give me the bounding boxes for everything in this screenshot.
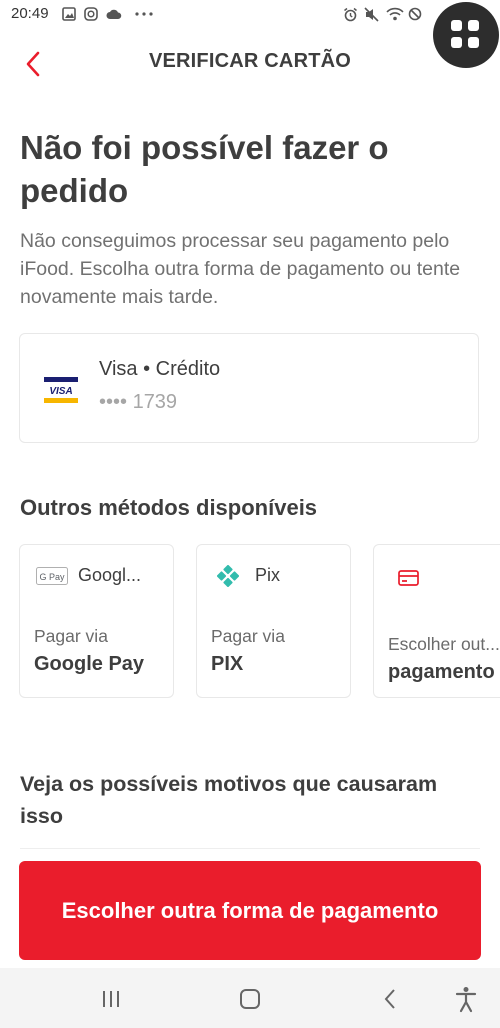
method-action-label: Escolher out... [388,634,500,654]
mute-icon [364,7,379,22]
pix-icon [217,565,239,587]
back-nav-icon[interactable] [376,984,406,1014]
google-pay-icon-text: G Pay [39,572,65,582]
instagram-icon [84,7,98,21]
choose-other-payment-button[interactable]: Escolher outra forma de pagamento [19,861,481,960]
app-header: VERIFICAR CARTÃO [0,36,500,92]
method-action-label: Pagar via [211,626,285,646]
method-name: Googl... [78,565,142,585]
wifi-icon [386,7,404,21]
method-google-pay[interactable]: G Pay Googl... Pagar via Google Pay [19,544,174,698]
home-icon[interactable] [235,984,265,1014]
blocked-icon [408,7,422,21]
method-name: Pix [255,565,281,585]
card-number: •••• 1739 [99,391,178,413]
divider [20,848,480,849]
method-title: Google Pay [34,653,145,675]
gallery-icon [62,7,76,21]
method-other[interactable]: Escolher out... pagamento [373,544,500,698]
grid-square-icon [468,20,479,31]
error-description: Não conseguimos processar seu pagamento … [20,230,461,308]
page-title: VERIFICAR CARTÃO [148,50,352,72]
recent-apps-icon[interactable] [96,984,126,1014]
status-bar: 20:49 [0,0,500,30]
reasons-title[interactable]: Veja os possíveis motivos que causaram i… [20,768,460,832]
other-methods-title: Outros métodos disponíveis [20,495,318,520]
status-time: 20:49 [11,5,49,22]
credit-card-icon [398,570,419,586]
method-pix[interactable]: Pix Pagar via PIX [196,544,351,698]
more-dots-icon [135,12,153,16]
alarm-icon [344,7,357,22]
grid-square-icon [451,20,462,31]
selected-card[interactable]: VISA Visa • Crédito •••• 1739 [19,333,479,443]
method-title: PIX [211,653,244,675]
cloud-icon [106,9,122,19]
system-nav-bar [0,968,500,1028]
visa-logo-text: VISA [49,386,72,397]
card-name: Visa • Crédito [99,358,221,380]
accessibility-icon[interactable] [451,984,481,1014]
method-action-label: Pagar via [34,626,108,646]
method-title: pagamento [388,661,495,683]
error-title: Não foi possível fazer o pedido [20,129,389,209]
google-pay-icon: G Pay [36,567,68,585]
visa-card-icon: VISA [44,377,78,403]
